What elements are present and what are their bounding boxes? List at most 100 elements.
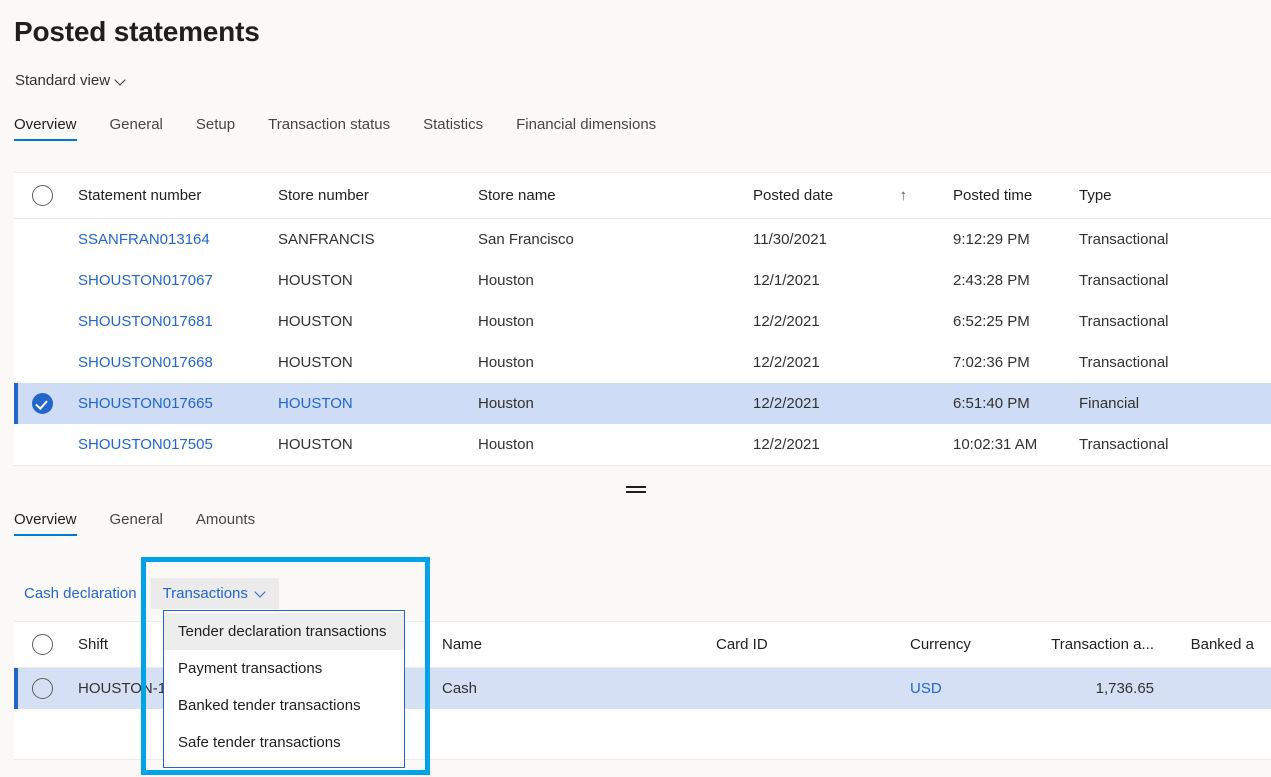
tab-transaction-status[interactable]: Transaction status	[268, 116, 411, 141]
cash-declaration-button[interactable]: Cash declaration	[14, 579, 147, 608]
table-row[interactable]: SHOUSTON017668HOUSTONHouston12/2/20217:0…	[14, 342, 1271, 383]
cell-posted-date: 12/2/2021	[745, 436, 945, 453]
column-header-store-number[interactable]: Store number	[270, 187, 470, 204]
table-row[interactable]: SHOUSTON017681HOUSTONHouston12/2/20216:5…	[14, 301, 1271, 342]
unchecked-circle-icon[interactable]	[32, 634, 53, 655]
tab-label: Setup	[196, 116, 235, 133]
row-checkbox[interactable]	[14, 434, 70, 455]
table-row[interactable]: SSANFRAN013164SANFRANCISSan Francisco11/…	[14, 219, 1271, 260]
select-all-checkbox[interactable]	[14, 185, 70, 206]
tab-general[interactable]: General	[110, 116, 184, 141]
row-checkbox[interactable]	[14, 678, 70, 699]
column-header-label: Store name	[478, 187, 556, 204]
detail-action-bar: Cash declaration Transactions	[14, 576, 279, 610]
column-header-statement-number[interactable]: Statement number	[70, 187, 270, 204]
chevron-down-icon	[116, 75, 127, 86]
detail-tab-general[interactable]: General	[110, 511, 184, 536]
table-row[interactable]: SHOUSTON017067HOUSTONHouston12/1/20212:4…	[14, 260, 1271, 301]
cell-posted-time: 10:02:31 AM	[945, 436, 1071, 453]
cell-type: Transactional	[1071, 436, 1271, 453]
cell-posted-date: 11/30/2021	[745, 231, 945, 248]
transactions-dropdown-label: Transactions	[163, 585, 248, 602]
cell-statement-number[interactable]: SHOUSTON017668	[70, 354, 270, 371]
row-checkbox[interactable]	[14, 393, 70, 414]
menu-item-payment-transactions[interactable]: Payment transactions	[164, 650, 404, 687]
tab-setup[interactable]: Setup	[196, 116, 256, 141]
column-header-type[interactable]: Type	[1071, 187, 1271, 204]
cell-store-name: San Francisco	[470, 231, 745, 248]
cell-store-name: Houston	[470, 395, 745, 412]
table-row[interactable]: SHOUSTON017665HOUSTONHouston12/2/20216:5…	[14, 383, 1271, 424]
row-checkbox[interactable]	[14, 229, 70, 250]
cell-posted-time: 6:52:25 PM	[945, 313, 1071, 330]
column-header-transaction-a[interactable]: Transaction a...	[1035, 636, 1168, 653]
cell-statement-number[interactable]: SHOUSTON017665	[70, 395, 270, 412]
cell-currency[interactable]: USD	[902, 680, 1035, 697]
column-header-banked-a[interactable]: Banked a	[1168, 636, 1268, 653]
column-header-card-id[interactable]: Card ID	[708, 636, 902, 653]
view-selector-label: Standard view	[15, 72, 110, 89]
checked-circle-icon[interactable]	[32, 393, 53, 414]
cell-type: Transactional	[1071, 313, 1271, 330]
transactions-dropdown-button[interactable]: Transactions	[151, 578, 279, 609]
column-header-label: Type	[1079, 187, 1112, 204]
row-checkbox[interactable]	[14, 270, 70, 291]
tab-label: General	[110, 116, 163, 133]
menu-item-safe-tender-transactions[interactable]: Safe tender transactions	[164, 724, 404, 761]
detail-tab-amounts[interactable]: Amounts	[196, 511, 276, 536]
column-header-posted-time[interactable]: Posted time	[945, 187, 1071, 204]
column-header-label: Statement number	[78, 187, 201, 204]
grabber-handle-icon[interactable]	[626, 486, 646, 493]
cell-store-number: HOUSTON	[270, 313, 470, 330]
chevron-down-icon	[256, 588, 267, 599]
cell-name: Cash	[434, 680, 708, 697]
cell-transaction-amount: 1,736.65	[1035, 680, 1168, 697]
row-checkbox[interactable]	[14, 352, 70, 373]
unchecked-circle-icon[interactable]	[32, 185, 53, 206]
page-title: Posted statements	[14, 16, 260, 48]
tab-label: Overview	[14, 511, 77, 528]
sort-ascending-arrow-icon[interactable]: ↑	[900, 188, 908, 203]
column-header-name[interactable]: Name	[434, 636, 708, 653]
unchecked-circle-icon[interactable]	[32, 678, 53, 699]
cell-statement-number[interactable]: SHOUSTON017067	[70, 272, 270, 289]
cell-store-number: HOUSTON	[270, 354, 470, 371]
cell-posted-time: 9:12:29 PM	[945, 231, 1071, 248]
detail-tab-overview[interactable]: Overview	[14, 511, 98, 536]
table-row[interactable]: SHOUSTON017505HOUSTONHouston12/2/202110:…	[14, 424, 1271, 465]
posted-statements-grid: Statement number Store number Store name Po…	[14, 172, 1271, 466]
cell-type: Transactional	[1071, 354, 1271, 371]
row-checkbox[interactable]	[14, 311, 70, 332]
cell-store-name: Houston	[470, 354, 745, 371]
menu-item-banked-tender-transactions[interactable]: Banked tender transactions	[164, 687, 404, 724]
grid-header-row: Statement number Store number Store name Po…	[14, 173, 1271, 219]
cell-store-number: HOUSTON	[270, 436, 470, 453]
tab-financial-dimensions[interactable]: Financial dimensions	[516, 116, 677, 141]
cell-statement-number[interactable]: SSANFRAN013164	[70, 231, 270, 248]
column-header-label: Store number	[278, 187, 369, 204]
cell-posted-time: 7:02:36 PM	[945, 354, 1071, 371]
cell-store-name: Houston	[470, 436, 745, 453]
column-header-posted-date[interactable]: Posted date↑	[745, 187, 945, 204]
view-selector[interactable]: Standard view	[15, 72, 127, 89]
top-tabstrip: Overview General Setup Transaction status St…	[14, 116, 689, 141]
column-header-label: Posted time	[953, 187, 1032, 204]
tab-overview[interactable]: Overview	[14, 116, 98, 141]
menu-item-tender-declaration-transactions[interactable]: Tender declaration transactions	[164, 613, 404, 650]
tab-statistics[interactable]: Statistics	[423, 116, 504, 141]
cell-posted-time: 6:51:40 PM	[945, 395, 1071, 412]
cell-posted-date: 12/2/2021	[745, 313, 945, 330]
cell-type: Financial	[1071, 395, 1271, 412]
cell-statement-number[interactable]: SHOUSTON017505	[70, 436, 270, 453]
tab-label: Overview	[14, 116, 77, 133]
cell-posted-date: 12/2/2021	[745, 354, 945, 371]
column-header-store-name[interactable]: Store name	[470, 187, 745, 204]
pane-splitter[interactable]	[0, 480, 1271, 498]
tab-label: Financial dimensions	[516, 116, 656, 133]
cell-store-number[interactable]: HOUSTON	[270, 395, 470, 412]
cell-statement-number[interactable]: SHOUSTON017681	[70, 313, 270, 330]
cell-posted-date: 12/2/2021	[745, 395, 945, 412]
select-all-checkbox[interactable]	[14, 634, 70, 655]
bottom-tabstrip: Overview General Amounts	[14, 511, 288, 536]
column-header-currency[interactable]: Currency	[902, 636, 1035, 653]
